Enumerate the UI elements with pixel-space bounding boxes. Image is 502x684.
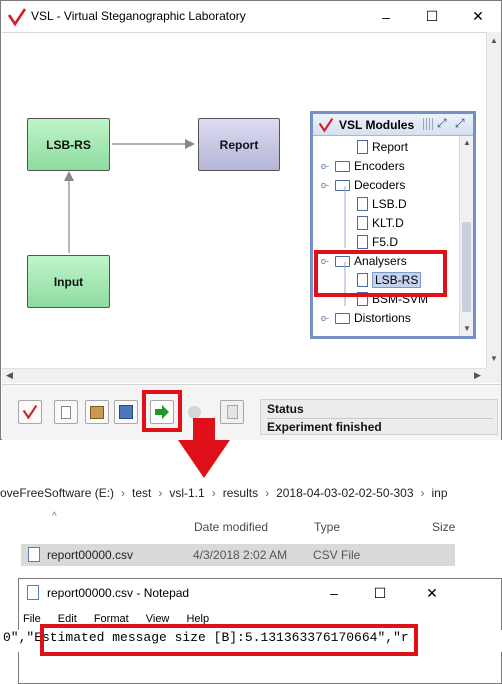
vsl-logo-icon (22, 405, 38, 420)
sort-up-icon[interactable]: ^ (52, 511, 57, 522)
breadcrumb-item[interactable]: test (132, 486, 151, 500)
breadcrumb-item[interactable]: inp (432, 486, 448, 500)
scroll-down-icon[interactable]: ▼ (490, 354, 498, 363)
file-explorer: oveFreeSoftware (E:) › test › vsl-1.1 › result… (0, 478, 502, 573)
breadcrumb[interactable]: oveFreeSoftware (E:) › test › vsl-1.1 › result… (0, 486, 502, 508)
breadcrumb-item[interactable]: oveFreeSoftware (E:) (0, 486, 114, 500)
menu-file[interactable]: File (23, 613, 41, 625)
modules-title: VSL Modules (339, 118, 415, 132)
breadcrumb-item[interactable]: results (223, 486, 258, 500)
file-name: report00000.csv (47, 548, 134, 562)
log-icon (226, 405, 238, 419)
highlight-result-box (40, 624, 418, 656)
chevron-right-icon: › (121, 486, 126, 500)
node-lsb-rs[interactable]: LSB-RS (27, 118, 110, 171)
text-prefix: 0", (3, 630, 27, 645)
chevron-right-icon: › (211, 486, 216, 500)
csv-file-icon (28, 547, 40, 562)
new-document-icon (61, 405, 71, 419)
status-panel: Status Experiment finished (260, 399, 498, 435)
status-label: Status (267, 402, 304, 416)
chevron-right-icon: › (420, 486, 425, 500)
vsl-logo-button[interactable] (18, 400, 42, 424)
node-input[interactable]: Input (27, 255, 110, 308)
close-button[interactable]: ✕ (409, 579, 455, 607)
column-header-date[interactable]: Date modified (194, 520, 268, 534)
close-button[interactable]: ✕ (455, 1, 501, 32)
scroll-down-icon[interactable]: ▼ (463, 324, 471, 333)
status-text: Experiment finished (267, 418, 493, 434)
breadcrumb-item[interactable]: vsl-1.1 (169, 486, 204, 500)
tree-guide-lines (344, 186, 346, 306)
node-report[interactable]: Report (198, 118, 280, 171)
column-header-type[interactable]: Type (314, 520, 340, 534)
minimize-button[interactable]: – (363, 1, 409, 32)
scroll-up-icon[interactable]: ▲ (490, 36, 498, 45)
highlight-analysers-box (314, 250, 447, 297)
maximize-panel-icon[interactable]: ⤢ (455, 116, 465, 131)
horizontal-scrollbar[interactable]: ◀ ▶ (2, 368, 486, 383)
maximize-button[interactable]: ☐ (409, 1, 455, 32)
modules-header: VSL Modules ⤢ ⤢ (313, 114, 473, 136)
notepad-icon (27, 585, 39, 600)
title-bar: VSL - Virtual Steganographic Laboratory … (1, 1, 501, 32)
bottom-toolbar: Status Experiment finished (2, 384, 501, 440)
window-title: VSL - Virtual Steganographic Laboratory (31, 9, 246, 23)
float-icon[interactable]: ⤢ (437, 116, 447, 131)
vertical-scrollbar[interactable]: ▲ ▼ (486, 32, 501, 368)
new-button[interactable] (54, 400, 78, 424)
chevron-right-icon: › (265, 486, 270, 500)
file-type: CSV File (313, 548, 361, 562)
vsl-logo-icon (7, 8, 27, 27)
vsl-window: VSL - Virtual Steganographic Laboratory … (0, 0, 502, 440)
modules-scrollbar[interactable]: ▲ ▼ (459, 136, 473, 336)
vsl-logo-icon (318, 118, 334, 133)
scroll-right-icon[interactable]: ▶ (474, 370, 481, 381)
scroll-thumb[interactable] (462, 222, 471, 312)
scroll-corner (486, 368, 501, 383)
save-icon (119, 405, 133, 419)
modules-tree: Report o- Encoders o- Decoders LSB.D KLT… (313, 136, 459, 336)
file-date: 4/3/2018 2:02 AM (193, 548, 288, 562)
scroll-left-icon[interactable]: ◀ (6, 370, 13, 381)
vsl-modules-panel: VSL Modules ⤢ ⤢ Report o- Encoders o- De… (310, 111, 476, 339)
file-row[interactable]: report00000.csv 4/3/2018 2:02 AM CSV Fil… (21, 544, 455, 566)
maximize-button[interactable]: ☐ (357, 579, 403, 607)
save-button[interactable] (114, 400, 138, 424)
breadcrumb-item[interactable]: 2018-04-03-02-02-50-303 (276, 486, 413, 500)
grip-icon[interactable] (423, 118, 433, 130)
open-button[interactable] (85, 400, 109, 424)
notepad-title: report00000.csv - Notepad (47, 586, 190, 600)
minimize-button[interactable]: – (311, 579, 357, 607)
chevron-right-icon: › (158, 486, 163, 500)
column-header-size[interactable]: Size (432, 520, 455, 534)
scroll-up-icon[interactable]: ▲ (463, 138, 471, 147)
open-icon (90, 405, 104, 419)
down-arrow-icon (178, 418, 230, 478)
